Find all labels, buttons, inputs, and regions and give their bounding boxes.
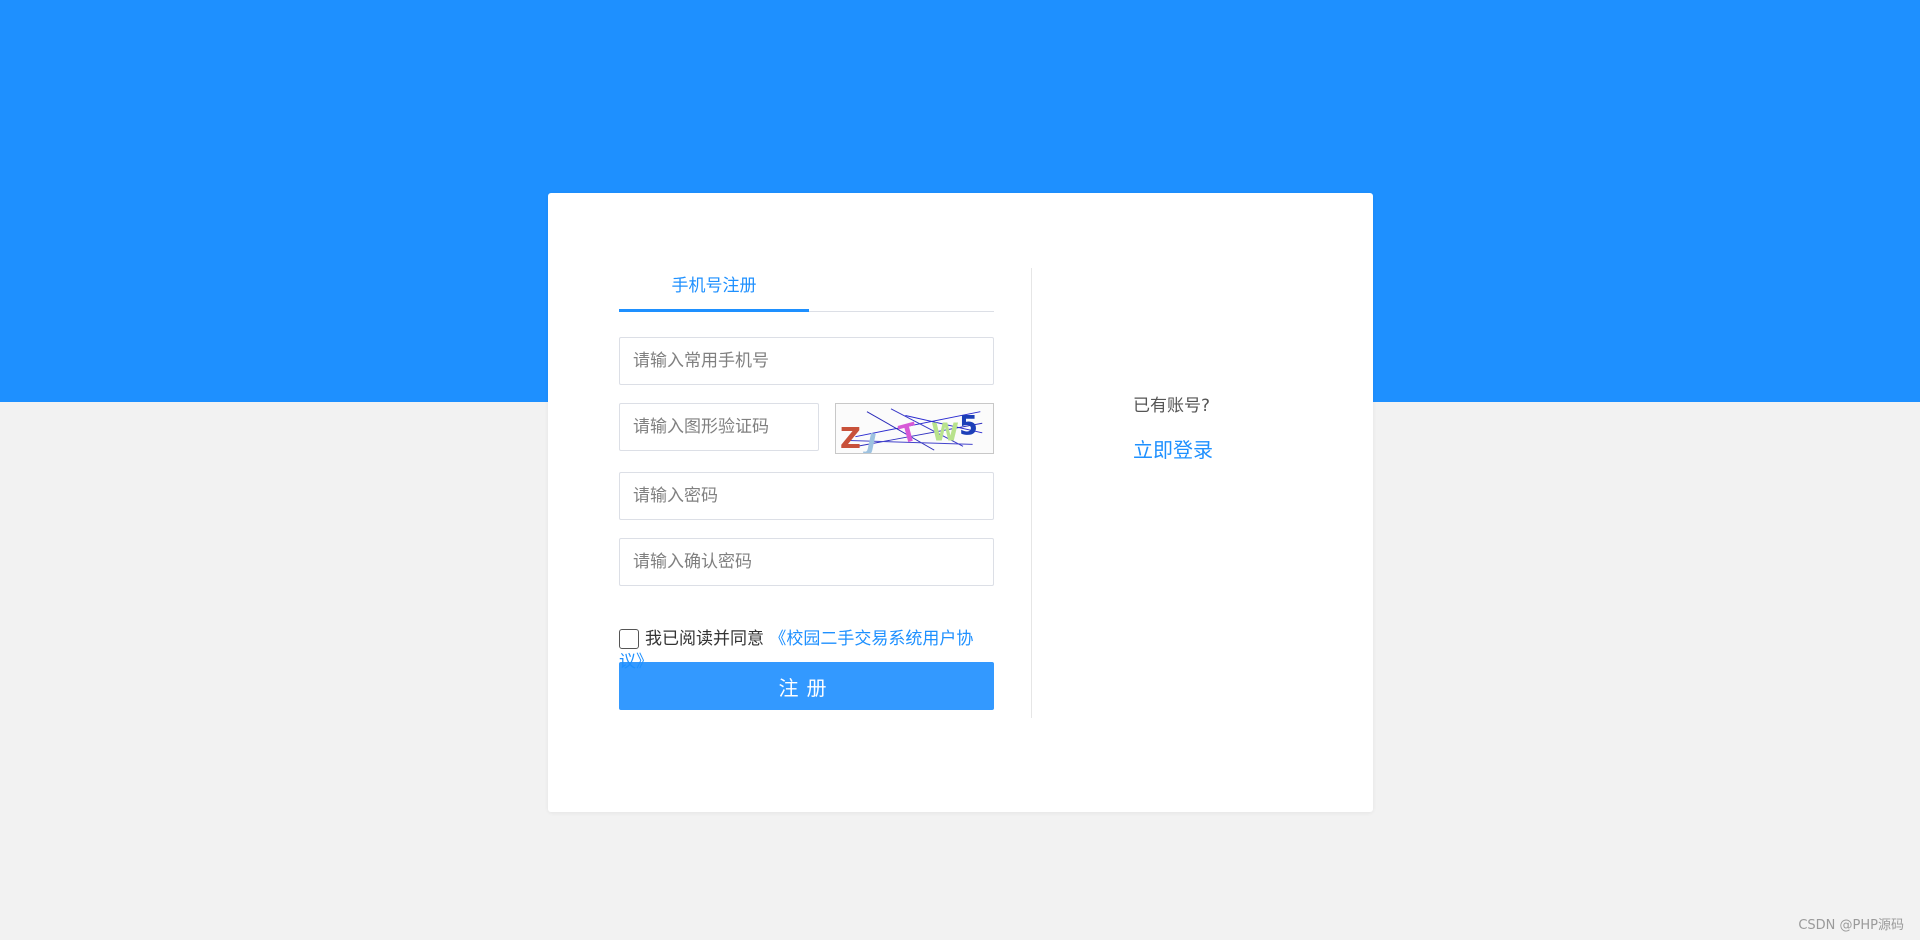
register-tabs: 手机号注册 [619, 265, 994, 312]
agreement-label: 我已阅读并同意 [645, 629, 764, 649]
tab-phone-register[interactable]: 手机号注册 [619, 265, 809, 312]
agreement-checkbox[interactable] [619, 629, 639, 649]
phone-input[interactable] [619, 337, 994, 385]
register-form: 手机号注册 Z J T W 5 我已阅读并同意 《校园二手交易系 [619, 265, 994, 710]
vertical-divider [1031, 268, 1032, 718]
agreement-row: 我已阅读并同意 《校园二手交易系统用户协 议》 [619, 616, 994, 672]
captcha-char-5: 5 [959, 411, 978, 442]
captcha-image[interactable]: Z J T W 5 [835, 403, 994, 454]
captcha-row: Z J T W 5 [619, 403, 994, 454]
password-input[interactable] [619, 472, 994, 520]
confirm-password-input[interactable] [619, 538, 994, 586]
watermark: CSDN @PHP源码 [1798, 918, 1904, 933]
register-button[interactable]: 注册 [619, 662, 994, 710]
captcha-char-1: Z [840, 421, 861, 454]
login-prompt: 已有账号? 立即登录 [1133, 391, 1213, 463]
login-question: 已有账号? [1133, 396, 1211, 416]
agreement-text: 我已阅读并同意 《校园二手交易系统用户协 [645, 616, 973, 662]
captcha-char-4: W [931, 418, 959, 447]
agreement-link-continued[interactable]: 议》 [619, 652, 653, 672]
login-link[interactable]: 立即登录 [1133, 434, 1213, 463]
captcha-input[interactable] [619, 403, 819, 451]
agreement-link[interactable]: 《校园二手交易系统用户协 [769, 629, 973, 649]
register-card: 手机号注册 Z J T W 5 我已阅读并同意 《校园二手交易系 [548, 193, 1373, 812]
